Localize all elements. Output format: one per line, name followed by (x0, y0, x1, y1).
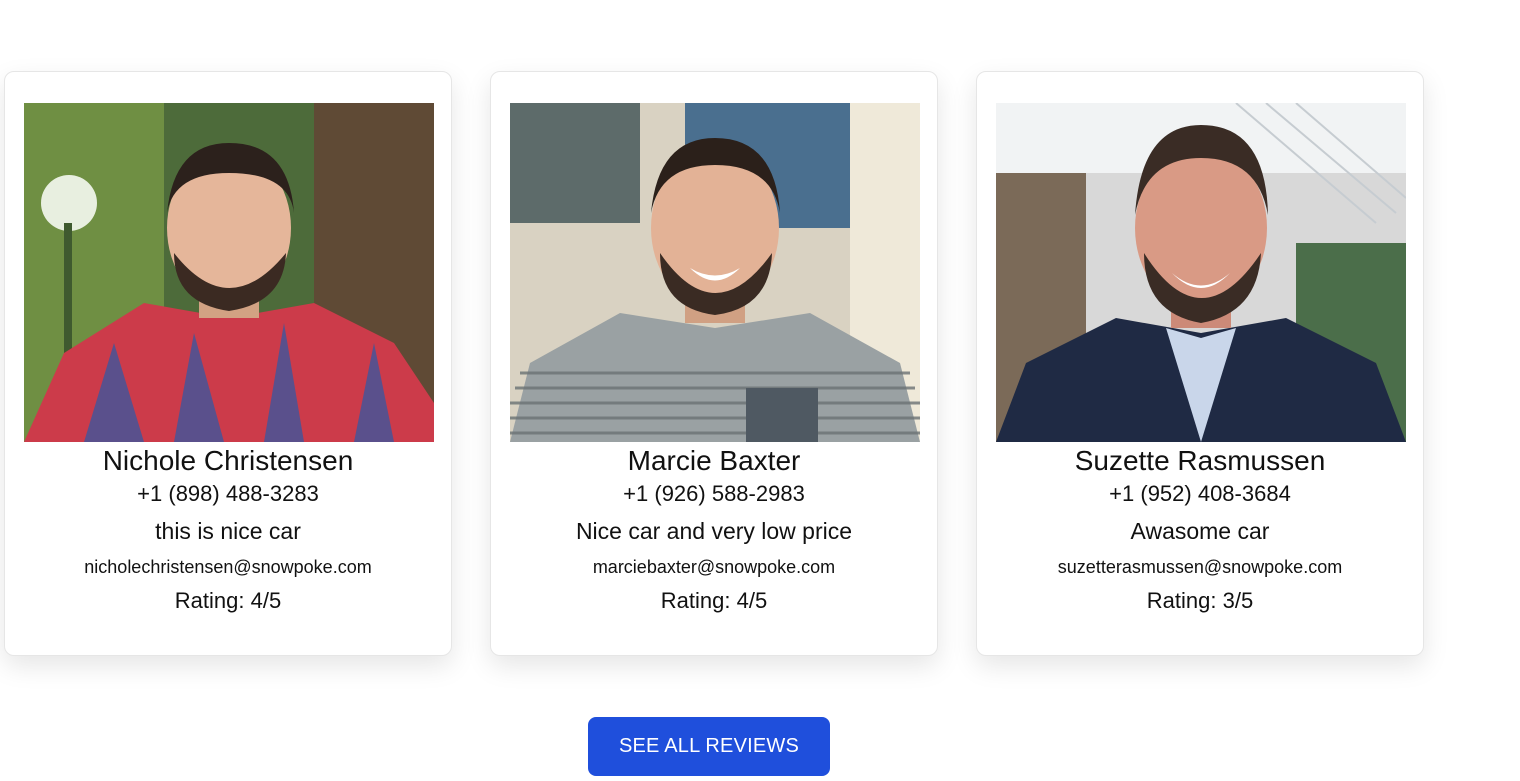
reviews-section: Nichole Christensen +1 (898) 488-3283 th… (0, 0, 1520, 781)
review-text: this is nice car (155, 518, 301, 544)
review-card: Nichole Christensen +1 (898) 488-3283 th… (4, 71, 452, 656)
review-text: Nice car and very low price (575, 518, 853, 544)
reviewer-name: Marcie Baxter (627, 445, 801, 476)
review-rating: Rating: 3/5 (1146, 588, 1254, 613)
review-rating: Rating: 4/5 (174, 588, 282, 613)
review-text: Awasome car (1130, 518, 1270, 544)
reviewer-email: nicholechristensen@snowpoke.com (84, 557, 372, 577)
reviewer-name: Suzette Rasmussen (1074, 445, 1326, 476)
reviewer-photo (24, 103, 434, 442)
reviewer-phone: +1 (926) 588-2983 (623, 481, 805, 506)
reviewer-email: marciebaxter@snowpoke.com (592, 557, 836, 577)
see-all-reviews-button[interactable]: SEE ALL REVIEWS (588, 717, 830, 776)
reviewer-photo (510, 103, 920, 442)
reviewer-email: suzetterasmussen@snowpoke.com (1057, 557, 1343, 577)
review-card: Suzette Rasmussen +1 (952) 408-3684 Awas… (976, 71, 1424, 656)
reviewer-portrait-image (510, 103, 920, 442)
review-rating: Rating: 4/5 (660, 588, 768, 613)
reviewer-phone: +1 (952) 408-3684 (1109, 481, 1291, 506)
reviewer-portrait-image (996, 103, 1406, 442)
reviewer-photo (996, 103, 1406, 442)
reviewer-name: Nichole Christensen (102, 445, 354, 476)
reviewer-phone: +1 (898) 488-3283 (137, 481, 319, 506)
reviewer-portrait-image (24, 103, 434, 442)
review-card: Marcie Baxter +1 (926) 588-2983 Nice car… (490, 71, 938, 656)
